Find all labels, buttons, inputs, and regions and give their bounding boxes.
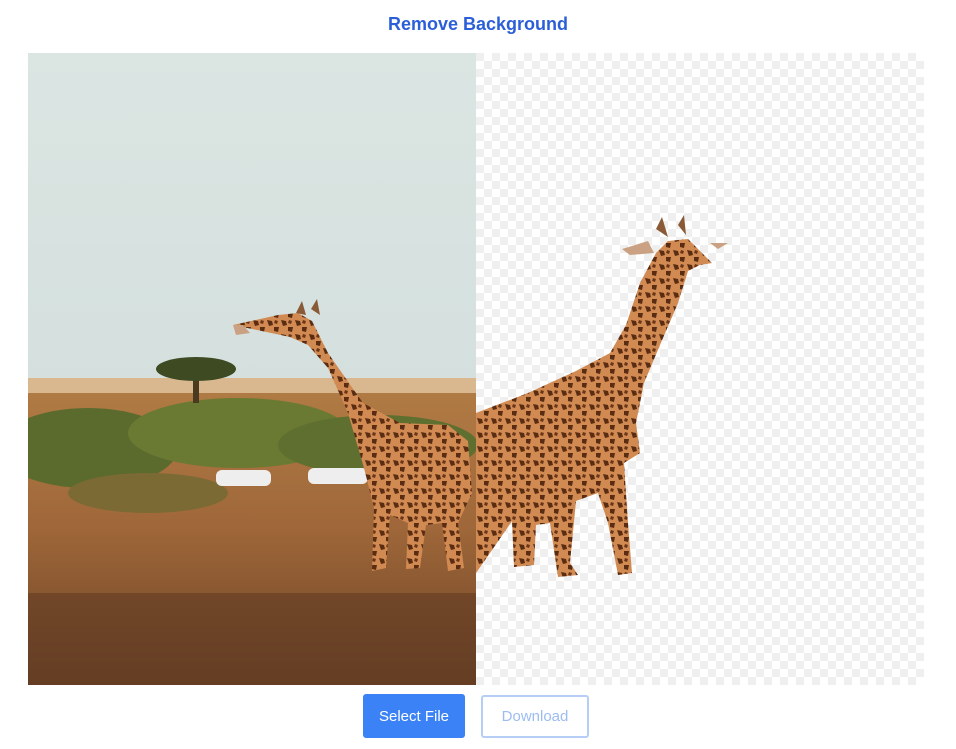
result-preview: [476, 53, 924, 685]
download-button[interactable]: Download: [481, 695, 589, 738]
comparison-canvas: [28, 53, 924, 685]
original-photo: [28, 53, 476, 685]
image-comparison-viewer: [28, 53, 924, 685]
page-title: Remove Background: [387, 14, 569, 34]
select-file-button[interactable]: Select File: [363, 694, 465, 738]
